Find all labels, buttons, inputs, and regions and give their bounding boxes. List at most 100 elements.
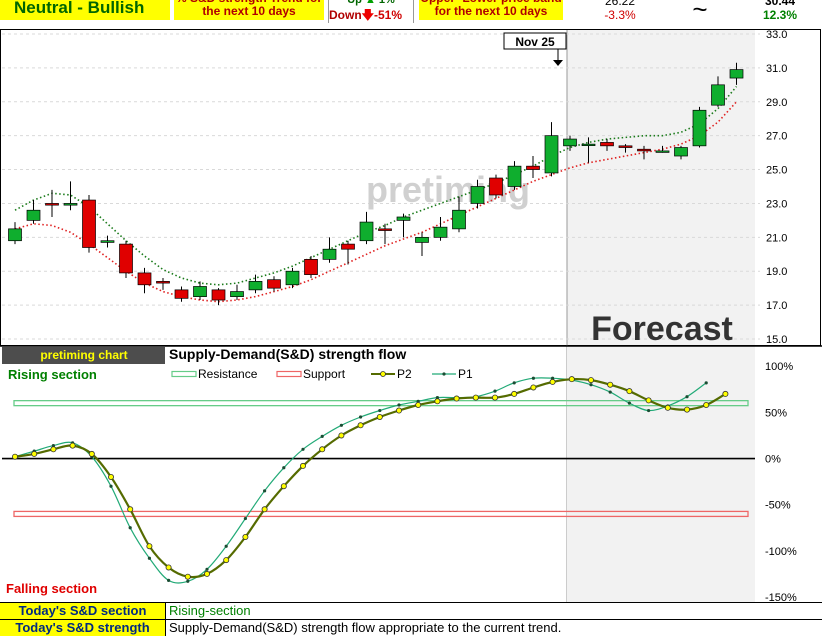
p1-point <box>627 401 632 405</box>
candle-body <box>433 226 448 238</box>
p2-point <box>722 390 729 397</box>
legend-label: Resistance <box>198 367 258 381</box>
p1-point <box>608 390 612 394</box>
p1-point <box>243 516 247 521</box>
candle-body <box>711 84 725 106</box>
p2-point <box>203 570 210 577</box>
p1-point <box>397 403 401 407</box>
footer-section-row: Today's S&D section Rising-section <box>0 602 822 619</box>
candle-body <box>470 186 485 204</box>
candle-body <box>304 259 318 275</box>
strength-value: Supply-Demand(S&D) strength flow appropr… <box>169 620 562 635</box>
candle-body <box>489 177 503 196</box>
p2-point <box>626 388 633 395</box>
p2-point <box>395 407 402 414</box>
candle-body <box>8 228 22 242</box>
legend-label: P1 <box>458 367 473 381</box>
p1-point <box>128 526 132 530</box>
candle-body <box>507 165 522 187</box>
candle-body <box>600 142 614 147</box>
sd-tick-label: 50% <box>765 407 787 419</box>
candle-body <box>563 138 577 147</box>
candle-body <box>230 291 244 297</box>
candle-body <box>82 199 96 248</box>
p1-point <box>512 381 516 385</box>
rising-section-label: Rising section <box>8 367 97 382</box>
candle-body <box>637 148 651 152</box>
candle-body <box>211 289 226 301</box>
forecast-label: Forecast <box>591 310 733 348</box>
sd-title: Supply-Demand(S&D) strength flow <box>169 346 406 362</box>
p1-point <box>109 484 113 488</box>
section-value: Rising-section <box>169 603 251 618</box>
legend-label: Support <box>303 367 346 381</box>
p2-point <box>88 450 95 457</box>
p2-point <box>549 378 556 385</box>
p1-point <box>186 579 190 583</box>
candle-body <box>692 109 707 147</box>
p2-point <box>319 446 326 453</box>
section-label: Today's S&D section <box>0 603 166 619</box>
chart-name-label: pretiming chart <box>40 348 127 362</box>
price-tick-label: 29.0 <box>766 97 787 109</box>
p2-point <box>223 557 230 564</box>
candle-body <box>193 286 207 297</box>
p2-point <box>242 534 249 541</box>
falling-section-label: Falling section <box>6 581 97 596</box>
candle-body <box>156 281 170 284</box>
p2-point <box>50 446 57 453</box>
p1-point <box>589 383 593 387</box>
p2-point <box>108 473 115 480</box>
forecast-shade-price <box>567 30 755 345</box>
legend-marker <box>380 371 386 377</box>
candle-body <box>674 147 688 157</box>
p2-point <box>645 397 652 404</box>
candle-body <box>415 236 429 243</box>
p1-point <box>147 556 151 560</box>
p2-point <box>415 401 422 408</box>
price-tick-label: 15.0 <box>766 334 787 346</box>
p1-point <box>167 578 171 582</box>
p2-point <box>357 422 364 429</box>
candle-body <box>618 145 633 148</box>
candle-body <box>63 203 78 206</box>
p1-point <box>263 489 267 493</box>
sd-y-ticks: -150%-100%-50%0%50%100% <box>765 361 797 604</box>
p1-point <box>301 447 305 451</box>
p2-point <box>434 398 441 405</box>
p2-point <box>664 404 671 411</box>
price-tick-label: 27.0 <box>766 131 787 143</box>
p2-point <box>684 406 691 413</box>
price-tick-label: 21.0 <box>766 232 787 244</box>
p2-point <box>127 506 134 513</box>
sd-tick-label: -100% <box>765 546 797 558</box>
p2-point <box>146 543 153 550</box>
date-marker-label: Nov 25 <box>515 35 555 49</box>
price-tick-label: 19.0 <box>766 266 787 278</box>
candle-body <box>581 143 596 146</box>
p2-point <box>11 453 18 460</box>
p2-point <box>376 413 383 420</box>
p1-point <box>224 544 228 548</box>
p2-point <box>530 384 537 391</box>
sd-tick-label: 100% <box>765 361 793 373</box>
p2-point <box>703 401 710 408</box>
candle-body <box>45 203 59 206</box>
candle-body <box>359 221 374 242</box>
price-tick-label: 31.0 <box>766 63 787 75</box>
legend-swatch <box>276 370 302 378</box>
p1-point <box>359 415 363 419</box>
p1-point <box>647 408 651 413</box>
candle-body <box>396 216 411 221</box>
date-marker-arrow-icon <box>553 60 563 66</box>
legend-marker <box>442 372 446 376</box>
candle-body <box>267 279 281 289</box>
p1-point <box>339 423 343 427</box>
p2-point <box>280 483 287 490</box>
p2-point <box>299 462 306 469</box>
p2-point <box>568 376 575 383</box>
watermark: pretiming <box>366 169 530 210</box>
sd-tick-label: -50% <box>765 500 791 512</box>
candle-body <box>322 248 337 260</box>
sd-tick-label: 0% <box>765 454 781 466</box>
